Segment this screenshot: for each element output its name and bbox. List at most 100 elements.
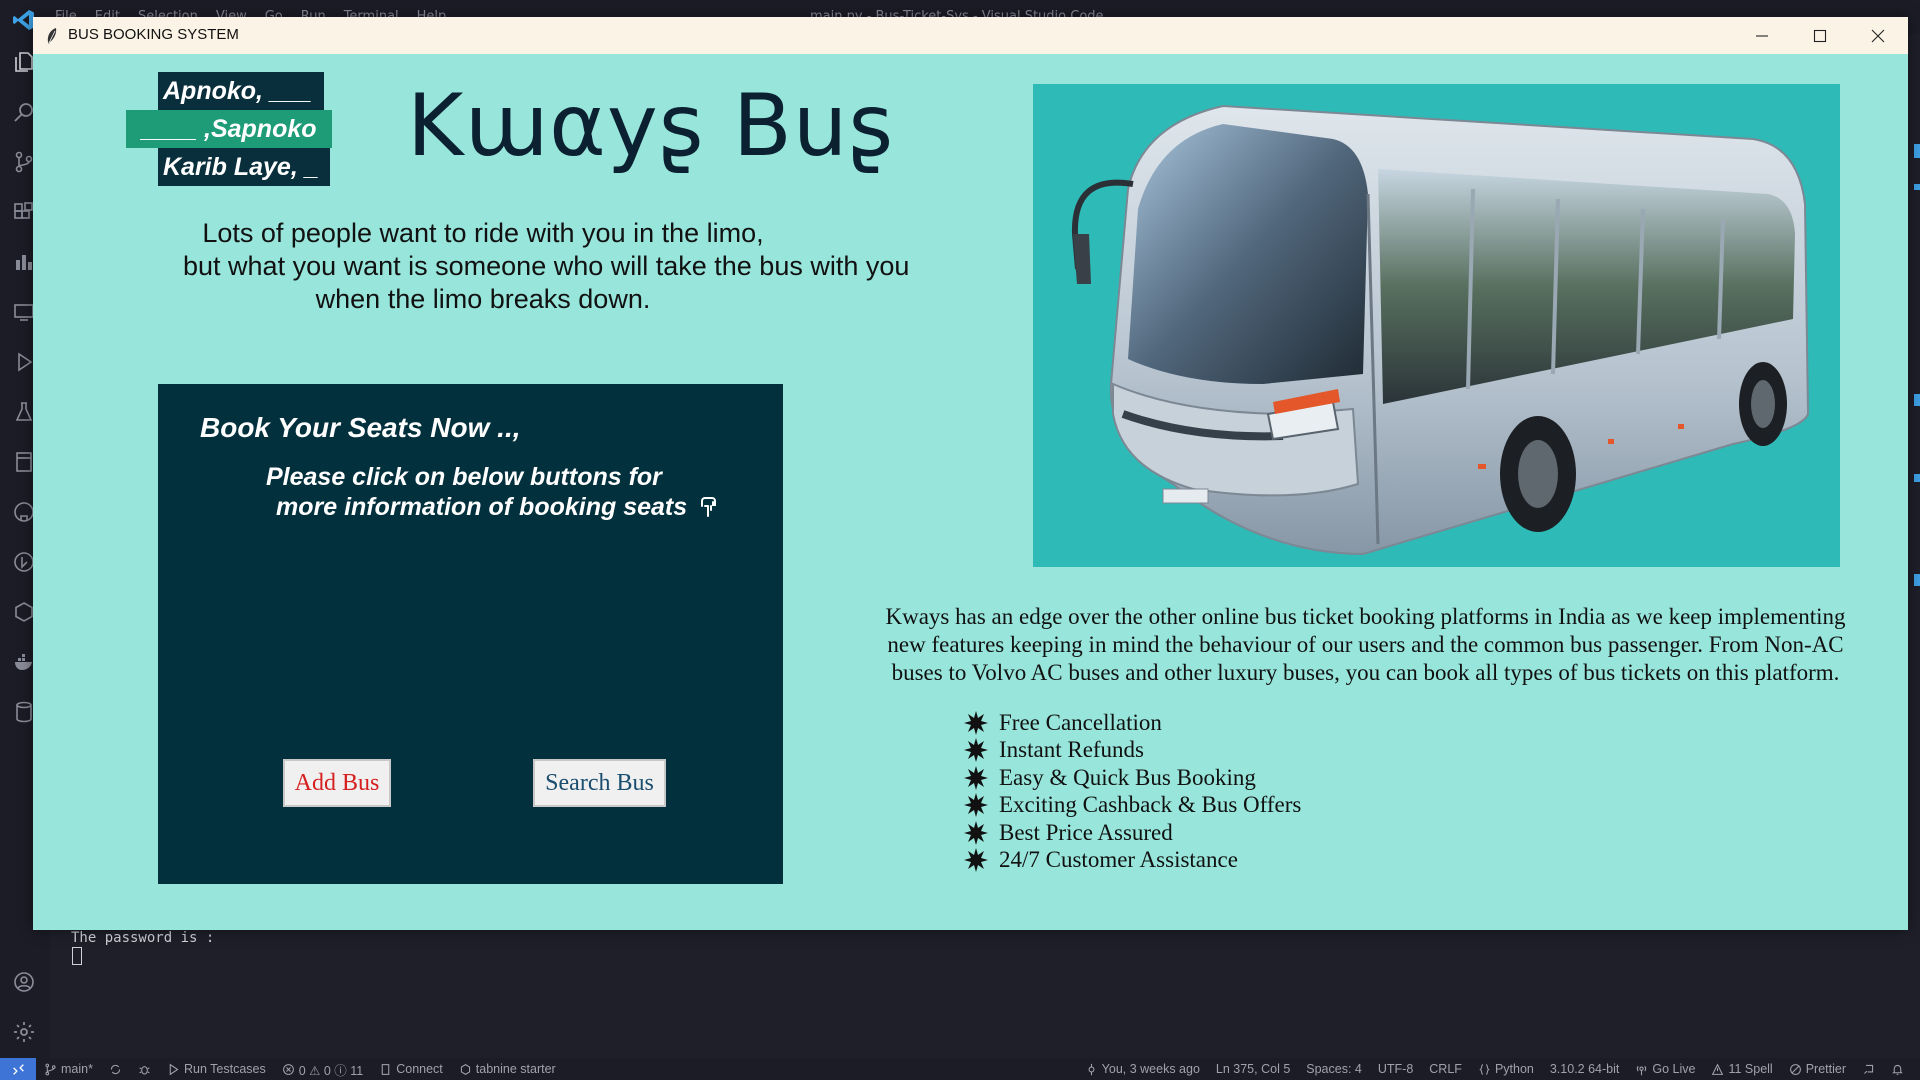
starburst-bullet-icon bbox=[964, 848, 988, 873]
starburst-bullet-icon bbox=[964, 793, 988, 818]
plug-icon bbox=[381, 1063, 390, 1075]
quote-line: when the limo breaks down. bbox=[315, 284, 651, 314]
prettier-status[interactable]: Prettier bbox=[1789, 1062, 1846, 1076]
commit-icon bbox=[1088, 1063, 1095, 1075]
list-item: Easy & Quick Bus Booking bbox=[963, 764, 1301, 792]
minimize-button[interactable] bbox=[1733, 17, 1791, 54]
list-item: 24/7 Customer Assistance bbox=[963, 847, 1301, 875]
list-item: Best Price Assured bbox=[963, 819, 1301, 847]
window-title: BUS BOOKING SYSTEM bbox=[68, 26, 239, 43]
features-list: Free Cancellation Instant Refunds Easy &… bbox=[963, 709, 1301, 874]
feature-label: Free Cancellation bbox=[999, 709, 1162, 735]
python-interpreter[interactable]: 3.10.2 64-bit bbox=[1550, 1062, 1620, 1076]
booking-instruction-line: more information of booking seats bbox=[276, 493, 688, 521]
quote-line: Lots of people want to ride with you in … bbox=[202, 218, 764, 248]
terminal-cursor bbox=[72, 947, 82, 965]
about-text: Kways has an edge over the other online … bbox=[848, 603, 1883, 687]
close-icon bbox=[1871, 29, 1885, 42]
bus-image bbox=[1033, 84, 1840, 567]
end-of-line[interactable]: CRLF bbox=[1429, 1062, 1462, 1076]
list-item: Instant Refunds bbox=[963, 737, 1301, 765]
feature-label: Easy & Quick Bus Booking bbox=[999, 764, 1256, 790]
git-blame[interactable]: You, 3 weeks ago bbox=[1085, 1062, 1200, 1076]
git-branch-label: main* bbox=[61, 1062, 93, 1076]
language-label: Python bbox=[1494, 1062, 1534, 1076]
feedback-button[interactable] bbox=[1862, 1063, 1875, 1076]
notifications-button[interactable] bbox=[1891, 1063, 1904, 1076]
indentation[interactable]: Spaces: 4 bbox=[1306, 1062, 1362, 1076]
brand-title: Kɯαуʂ Buʂ bbox=[407, 76, 895, 176]
go-live-label: Go Live bbox=[1652, 1062, 1696, 1076]
spell-label: 11 Spell bbox=[1728, 1062, 1773, 1076]
starburst-bullet-icon bbox=[964, 765, 988, 790]
window-content: Apnoko, ___ ____ ,Sapnoko Karib Laye, _ … bbox=[33, 54, 1908, 930]
add-bus-button[interactable]: Add Bus bbox=[283, 759, 391, 807]
account-icon[interactable] bbox=[10, 968, 38, 996]
tabnine-status[interactable]: tabnine starter bbox=[459, 1062, 556, 1076]
warning-icon bbox=[1712, 1062, 1724, 1075]
tagline-1: Apnoko, ___ bbox=[158, 72, 324, 110]
prettier-icon bbox=[1789, 1063, 1801, 1075]
remote-indicator[interactable] bbox=[0, 1058, 36, 1080]
search-bus-button[interactable]: Search Bus bbox=[533, 759, 666, 807]
cursor-position[interactable]: Ln 375, Col 5 bbox=[1216, 1062, 1290, 1076]
feedback-icon bbox=[1864, 1064, 1874, 1074]
minimize-icon bbox=[1756, 34, 1768, 37]
feature-label: Instant Refunds bbox=[999, 737, 1145, 763]
about-line: Kways has an edge over the other online … bbox=[885, 604, 1846, 629]
encoding[interactable]: UTF-8 bbox=[1378, 1062, 1413, 1076]
scrollbar-markers bbox=[1908, 34, 1920, 930]
broadcast-icon bbox=[1637, 1065, 1647, 1075]
tabnine-label: tabnine starter bbox=[475, 1062, 556, 1076]
bus-booking-window: BUS BOOKING SYSTEM Apnoko, ___ ____ ,Sap… bbox=[33, 17, 1908, 930]
feature-label: 24/7 Customer Assistance bbox=[999, 847, 1238, 873]
tagline-2: ____ ,Sapnoko bbox=[126, 110, 332, 148]
git-blame-label: You, 3 weeks ago bbox=[1101, 1062, 1200, 1076]
branch-icon bbox=[45, 1063, 56, 1075]
error-icon bbox=[282, 1063, 294, 1075]
feature-label: Exciting Cashback & Bus Offers bbox=[999, 792, 1302, 818]
tabnine-icon bbox=[460, 1063, 470, 1075]
booking-title: Book Your Seats Now .., bbox=[200, 412, 521, 443]
go-live-button[interactable]: Go Live bbox=[1635, 1062, 1695, 1076]
language-mode[interactable]: Python bbox=[1478, 1062, 1534, 1076]
run-testcases-label: Run Testcases bbox=[183, 1062, 266, 1076]
play-icon bbox=[169, 1063, 179, 1075]
maximize-icon bbox=[1813, 29, 1827, 42]
debug-status[interactable] bbox=[138, 1063, 151, 1076]
problems-label: 0 ⚠ 0 ⓘ 11 bbox=[298, 1063, 364, 1078]
terminal-output: The password is : bbox=[71, 930, 215, 946]
terminal-panel[interactable]: The password is : bbox=[50, 930, 1920, 1058]
quote-text: Lots of people want to ride with you in … bbox=[183, 217, 910, 316]
starburst-bullet-icon bbox=[964, 820, 988, 845]
list-item: Exciting Cashback & Bus Offers bbox=[963, 792, 1301, 820]
connect-button[interactable]: Connect bbox=[379, 1062, 443, 1076]
starburst-bullet-icon bbox=[964, 738, 988, 763]
remote-icon bbox=[12, 1063, 24, 1075]
quote-line: but what you want is someone who will ta… bbox=[183, 251, 910, 281]
booking-instruction-line: Please click on below buttons for bbox=[266, 463, 662, 491]
pointing-down-hand-icon bbox=[701, 497, 717, 517]
spell-check-status[interactable]: 11 Spell bbox=[1711, 1062, 1773, 1076]
maximize-button[interactable] bbox=[1791, 17, 1849, 54]
close-button[interactable] bbox=[1849, 17, 1907, 54]
settings-gear-icon[interactable] bbox=[10, 1018, 38, 1046]
status-bar: main* Run Testcases 0 ⚠ 0 ⓘ 11 Connect t… bbox=[0, 1058, 1920, 1080]
booking-instructions: Please click on below buttons for more i… bbox=[266, 462, 721, 522]
about-line: buses to Volvo AC buses and other luxury… bbox=[891, 660, 1840, 685]
sync-button[interactable] bbox=[109, 1063, 122, 1076]
feature-label: Best Price Assured bbox=[999, 819, 1173, 845]
window-title-bar: BUS BOOKING SYSTEM bbox=[33, 17, 1908, 54]
bell-icon bbox=[1892, 1064, 1903, 1075]
sync-icon bbox=[110, 1064, 121, 1074]
braces-icon bbox=[1479, 1063, 1490, 1075]
run-testcases-button[interactable]: Run Testcases bbox=[167, 1062, 266, 1076]
problems-indicator[interactable]: 0 ⚠ 0 ⓘ 11 bbox=[282, 1060, 363, 1079]
connect-label: Connect bbox=[396, 1062, 443, 1076]
tagline-3: Karib Laye, _ bbox=[158, 148, 330, 186]
git-branch[interactable]: main* bbox=[44, 1062, 93, 1076]
starburst-bullet-icon bbox=[964, 710, 988, 735]
feather-icon bbox=[47, 28, 57, 44]
about-line: new features keeping in mind the behavio… bbox=[887, 632, 1844, 657]
booking-panel: Book Your Seats Now .., Please click on … bbox=[158, 384, 783, 884]
